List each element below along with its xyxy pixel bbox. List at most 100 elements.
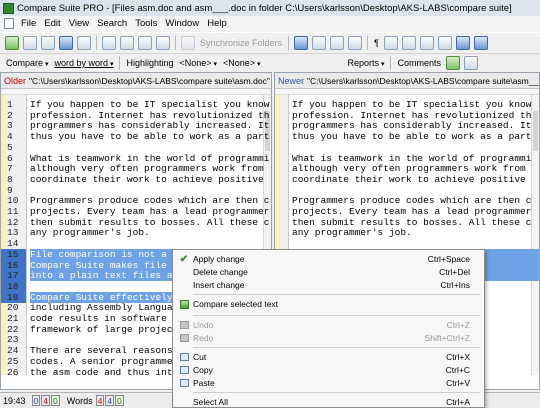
- view-side-icon[interactable]: [294, 36, 309, 50]
- shortcut-label: Ctrl+Z: [446, 320, 470, 330]
- sync-folders-button[interactable]: Synchronize Folders: [200, 38, 282, 48]
- text-line[interactable]: 11 projects. Every team has a lead progra…: [1, 206, 271, 217]
- text-line[interactable]: 14: [1, 238, 271, 249]
- undo-icon[interactable]: [419, 36, 434, 50]
- text-line[interactable]: then submit results to bosses. All these…: [275, 217, 539, 228]
- refresh-icon[interactable]: [77, 36, 91, 50]
- menu-label: Paste: [193, 378, 215, 388]
- prev-diff-icon[interactable]: [102, 36, 116, 50]
- insert-change-item[interactable]: Insert change Ctrl+Ins: [173, 279, 484, 291]
- apply-change-item[interactable]: ✔ Apply change Ctrl+Space: [173, 253, 484, 265]
- menu-window[interactable]: Window: [161, 18, 203, 29]
- text-line[interactable]: If you happen to be IT specialist you kn…: [275, 99, 539, 110]
- line-number: 5: [7, 141, 13, 153]
- redo-item[interactable]: Redo Shift+Ctrl+Z: [173, 332, 484, 344]
- menu-separator: [193, 347, 480, 348]
- text-line[interactable]: 5: [1, 142, 271, 153]
- sync-folders-icon[interactable]: [181, 36, 195, 50]
- text-line[interactable]: What is teamwork in the world of program…: [275, 153, 539, 164]
- text-line[interactable]: profession. Internet has revolutionized …: [275, 110, 539, 121]
- shortcut-label: Ctrl+V: [446, 378, 470, 388]
- line-number: 3: [7, 120, 13, 132]
- compare-selected-item[interactable]: Compare selected text: [173, 298, 484, 310]
- edit-comment-icon[interactable]: [464, 56, 478, 70]
- secondary-toolbar: Compare word by word Highlighting <None>…: [0, 55, 540, 71]
- line-text: any programmer's job.: [30, 227, 150, 239]
- help-icon[interactable]: [473, 36, 488, 50]
- line-text: Programmers produce codes which are then…: [292, 195, 532, 207]
- menu-label: Copy: [193, 365, 213, 375]
- menu-search[interactable]: Search: [93, 18, 131, 29]
- paste-item[interactable]: Paste Ctrl+V: [173, 377, 484, 389]
- text-line[interactable]: 1 If you happen to be IT specialist you k…: [1, 99, 271, 110]
- right-file-path[interactable]: "C:\Users\karlsson\Desktop\AKS-LABS\comp…: [307, 76, 539, 86]
- copy-item[interactable]: Copy Ctrl+C: [173, 364, 484, 376]
- redo-icon[interactable]: [437, 36, 452, 50]
- highlight-a-dropdown[interactable]: <None>: [180, 58, 218, 68]
- line-number: 25: [7, 355, 19, 367]
- text-line[interactable]: 7 although very often programmers work fr…: [1, 163, 271, 174]
- menu-tools[interactable]: Tools: [131, 18, 161, 29]
- paragraph-icon[interactable]: ¶: [374, 38, 379, 48]
- document-icon[interactable]: [4, 18, 14, 29]
- text-line[interactable]: Programmers produce codes which are then…: [275, 195, 539, 206]
- compare-button[interactable]: Compare: [6, 58, 48, 68]
- menu-file[interactable]: File: [17, 18, 40, 29]
- add-comment-icon[interactable]: [446, 56, 460, 70]
- undo-item[interactable]: Undo Ctrl+Z: [173, 319, 484, 331]
- cut-item[interactable]: Cut Ctrl+X: [173, 351, 484, 363]
- highlight-b-dropdown[interactable]: <None>: [223, 58, 261, 68]
- line-text: projects. Every team has a lead programm…: [292, 206, 532, 217]
- text-line[interactable]: 2 profession. Internet has revolutionized…: [1, 110, 271, 121]
- view-binary-icon[interactable]: [348, 36, 363, 50]
- open-folder-icon[interactable]: [23, 36, 37, 50]
- text-line[interactable]: 6 What is teamwork in the world of progra…: [1, 153, 271, 164]
- line-text: What is teamwork in the world of program…: [30, 152, 270, 164]
- last-diff-icon[interactable]: [156, 36, 170, 50]
- text-line[interactable]: programmers has considerably increased. …: [275, 120, 539, 131]
- select-all-item[interactable]: Select All Ctrl+A: [173, 396, 484, 408]
- shortcut-label: Ctrl+Del: [439, 267, 470, 277]
- text-line[interactable]: 4 thus you have to be able to work as a p…: [1, 131, 271, 142]
- shortcut-label: Ctrl+Space: [427, 254, 470, 264]
- text-line[interactable]: 12 then submit results to bosses. All the…: [1, 217, 271, 228]
- first-diff-icon[interactable]: [138, 36, 152, 50]
- view-vertical-icon[interactable]: [312, 36, 327, 50]
- menu-view[interactable]: View: [65, 18, 93, 29]
- text-line[interactable]: 13 any programmer's job.: [1, 227, 271, 238]
- text-line[interactable]: thus you have to be able to work as a pa…: [275, 131, 539, 142]
- text-line[interactable]: although very often programmers work fro…: [275, 163, 539, 174]
- text-line[interactable]: any programmer's job.: [275, 227, 539, 238]
- line-text: Programmers produce codes which are then…: [30, 195, 270, 207]
- delete-change-item[interactable]: Delete change Ctrl+Del: [173, 266, 484, 278]
- text-line[interactable]: 9: [1, 185, 271, 196]
- line-number: 19: [7, 291, 19, 303]
- copy-left-icon[interactable]: [383, 36, 398, 50]
- text-line[interactable]: [275, 238, 539, 249]
- text-line[interactable]: [275, 185, 539, 196]
- text-line[interactable]: coordinate their work to achieve positiv…: [275, 174, 539, 185]
- save-icon[interactable]: [41, 36, 55, 50]
- menu-help[interactable]: Help: [203, 18, 231, 29]
- menu-edit[interactable]: Edit: [40, 18, 64, 29]
- text-line[interactable]: 8 coordinate their work to achieve positi…: [1, 174, 271, 185]
- options-icon[interactable]: [455, 36, 470, 50]
- text-line[interactable]: 10 Programmers produce codes which are th…: [1, 195, 271, 206]
- line-text: code results in software fa: [30, 313, 184, 324]
- new-compare-icon[interactable]: [59, 36, 73, 50]
- text-line[interactable]: [275, 142, 539, 153]
- reports-button[interactable]: Reports: [348, 58, 385, 68]
- next-diff-icon[interactable]: [120, 36, 134, 50]
- text-line[interactable]: 3 programmers has considerably increased.…: [1, 120, 271, 131]
- compare-mode-dropdown[interactable]: word by word: [54, 58, 113, 68]
- line-number: 10: [7, 195, 19, 207]
- copy-right-icon[interactable]: [401, 36, 416, 50]
- view-text-icon[interactable]: [330, 36, 345, 50]
- left-file-path[interactable]: "C:\Users\karlsson\Desktop\AKS-LABS\comp…: [29, 76, 270, 86]
- compare-icon[interactable]: [5, 36, 19, 50]
- text-line[interactable]: projects. Every team has a lead programm…: [275, 206, 539, 217]
- line-number: 7: [7, 163, 13, 175]
- line-number: 4: [7, 131, 13, 143]
- comments-button[interactable]: Comments: [397, 58, 441, 68]
- menu-bar: File Edit View Search Tools Window Help: [0, 16, 540, 31]
